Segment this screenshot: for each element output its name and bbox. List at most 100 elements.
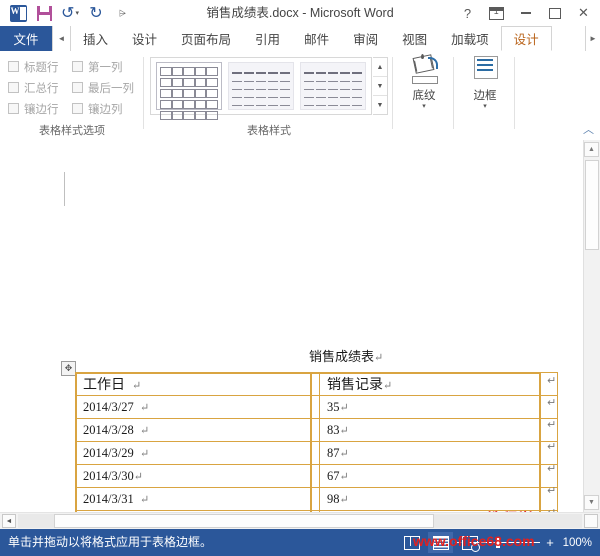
save-icon[interactable]: [32, 2, 56, 24]
minimize-icon[interactable]: [511, 1, 540, 25]
title-bar: ↺▾ ↻ ⩥ 销售成绩表.docx - Microsoft Word ? ✕: [0, 0, 600, 27]
gallery-scroll-up-icon[interactable]: ▲: [373, 58, 387, 77]
checkbox-box[interactable]: [8, 82, 19, 93]
shading-button[interactable]: 底纹 ▾: [394, 54, 454, 110]
redo-icon[interactable]: ↻: [84, 2, 108, 24]
group-label-table-style-options: 表格样式选项: [39, 125, 105, 137]
restore-icon[interactable]: [540, 1, 569, 25]
tab-file[interactable]: 文件: [0, 26, 52, 51]
undo-icon[interactable]: ↺ ▾: [58, 2, 82, 24]
group-shading: 底纹 ▾: [394, 51, 454, 140]
borders-label: 边框: [473, 90, 497, 102]
checkbox-header-row[interactable]: 标题行: [8, 56, 72, 77]
cell-text: 98: [327, 491, 340, 506]
document-canvas[interactable]: 销售成绩表↵ ✥ 工作日 ↵ 销售记录↵ 2014/3/27 ↵ 35↵ 201…: [0, 140, 600, 512]
table-row: 2014/3/29 ↵ 87↵: [75, 441, 558, 465]
tab-list: ◄ 插入 设计 页面布局 引用 邮件 审阅 视图 加载项 设计: [52, 26, 552, 51]
horizontal-scrollbar[interactable]: ◄: [0, 512, 600, 530]
sales-table[interactable]: 工作日 ↵ 销售记录↵ 2014/3/27 ↵ 35↵ 2014/3/28 ↵ …: [75, 372, 558, 512]
tab-mailings[interactable]: 邮件: [292, 26, 341, 51]
checkbox-box[interactable]: [8, 103, 19, 114]
gallery-more-icon[interactable]: ▼: [373, 96, 387, 114]
cell-text: 83: [327, 422, 340, 437]
checkbox-first-column[interactable]: 第一列: [72, 56, 140, 77]
scroll-down-icon[interactable]: ▼: [584, 495, 599, 510]
paragraph-mark: ↵: [139, 401, 150, 414]
tab-table-design[interactable]: 设计: [500, 26, 552, 51]
scroll-right-icon[interactable]: [584, 514, 598, 528]
zoom-level-label[interactable]: 100%: [560, 537, 592, 549]
row-end-mark: ↵: [547, 375, 557, 387]
checkbox-box[interactable]: [72, 61, 83, 72]
help-icon[interactable]: ?: [453, 1, 482, 25]
collapse-ribbon-icon[interactable]: ︿: [583, 121, 594, 137]
borders-icon: [470, 55, 500, 85]
tab-scroll-right-icon[interactable]: ►: [585, 26, 600, 51]
tab-references[interactable]: 引用: [243, 26, 292, 51]
paragraph-mark: ↵: [139, 424, 150, 437]
chevron-down-icon[interactable]: ▾: [422, 103, 426, 110]
tab-view[interactable]: 视图: [390, 26, 439, 51]
zoom-control[interactable]: − + 100%: [453, 532, 592, 553]
scroll-up-icon[interactable]: ▲: [584, 142, 599, 157]
document-page[interactable]: 销售成绩表↵ ✥ 工作日 ↵ 销售记录↵ 2014/3/27 ↵ 35↵ 201…: [14, 140, 570, 512]
vertical-scrollbar[interactable]: ▲ ▼: [583, 140, 600, 512]
table-cell: 98↵: [319, 487, 558, 511]
checkbox-banded-columns[interactable]: 镶边列: [72, 98, 140, 119]
table-style-thumb-3[interactable]: [300, 62, 366, 110]
checkbox-box[interactable]: [8, 61, 19, 72]
checkbox-box[interactable]: [72, 82, 83, 93]
vertical-scroll-thumb[interactable]: [585, 160, 599, 250]
checkbox-total-row[interactable]: 汇总行: [8, 77, 72, 98]
table-cell: 35↵: [319, 395, 558, 419]
chevron-down-icon[interactable]: ▾: [483, 103, 487, 110]
paragraph-mark: ↵: [133, 470, 143, 483]
tab-insert[interactable]: 插入: [71, 26, 120, 51]
checkbox-label: 标题行: [24, 61, 59, 74]
borders-button[interactable]: 边框 ▾: [455, 55, 515, 110]
checkbox-last-column[interactable]: 最后一列: [72, 77, 140, 98]
table-styles-gallery[interactable]: [150, 57, 372, 120]
row-end-mark: ↵: [547, 441, 557, 453]
group-separator: [453, 57, 454, 129]
table-style-thumb-1[interactable]: [156, 62, 222, 120]
ribbon-display-options-icon[interactable]: [482, 1, 511, 25]
view-read-mode-button[interactable]: [399, 532, 424, 553]
checkbox-banded-rows[interactable]: 镶边行: [8, 98, 72, 119]
zoom-slider-thumb[interactable]: [496, 536, 500, 548]
checkbox-box[interactable]: [72, 103, 83, 114]
table-style-thumb-2[interactable]: [228, 62, 294, 110]
close-icon[interactable]: ✕: [569, 1, 598, 25]
table-move-handle[interactable]: ✥: [61, 361, 76, 376]
checkbox-label: 镶边行: [24, 103, 59, 116]
group-separator: [392, 57, 393, 129]
cell-text: 销售记录: [327, 378, 383, 393]
word-app-icon[interactable]: [6, 2, 30, 24]
paragraph-mark: ↵: [339, 493, 349, 506]
zoom-slider[interactable]: [468, 536, 540, 548]
table-row: 2014/3/31 ↵ 98↵: [75, 487, 558, 511]
tab-review[interactable]: 审阅: [341, 26, 390, 51]
tab-page-layout[interactable]: 页面布局: [169, 26, 243, 51]
scroll-left-icon[interactable]: ◄: [2, 514, 16, 528]
tab-scroll-left-icon[interactable]: ◄: [52, 26, 71, 51]
paragraph-mark: ↵: [339, 401, 349, 414]
cell-text: 工作日: [83, 378, 125, 393]
table-row: 工作日 ↵ 销售记录↵: [75, 372, 558, 396]
customize-qat-icon[interactable]: ⩥: [110, 2, 134, 24]
table-cell: 2014/3/28 ↵: [75, 418, 320, 442]
cell-text: 2014/3/29: [83, 445, 134, 460]
cell-text: 35: [327, 399, 340, 414]
zoom-out-button[interactable]: −: [453, 535, 463, 550]
table-cell: 67↵: [319, 464, 558, 488]
tab-addins[interactable]: 加载项: [439, 26, 501, 51]
zoom-in-button[interactable]: +: [545, 535, 555, 550]
horizontal-scroll-thumb[interactable]: [54, 514, 434, 528]
view-print-layout-button[interactable]: [428, 532, 453, 553]
tab-design[interactable]: 设计: [120, 26, 169, 51]
gallery-scroll-down-icon[interactable]: ▼: [373, 77, 387, 96]
checkbox-label: 第一列: [88, 61, 123, 74]
status-bar: 单击并拖动以将格式应用于表格边框。 − + 100%: [0, 529, 600, 556]
checkbox-label: 最后一列: [88, 82, 134, 95]
table-cell: 87↵: [319, 441, 558, 465]
